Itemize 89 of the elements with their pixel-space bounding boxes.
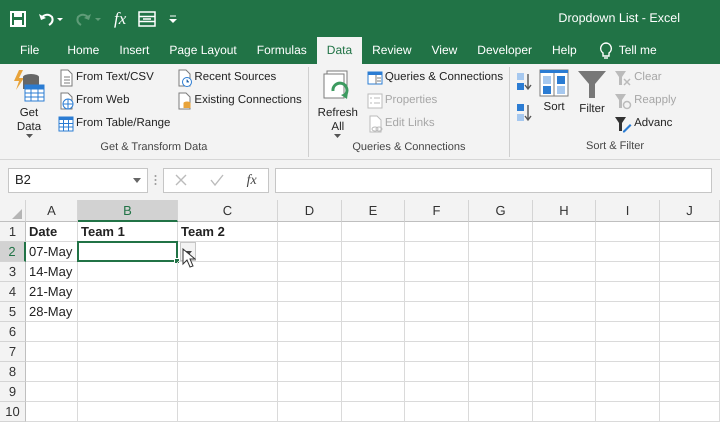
filter-refresh-icon — [614, 92, 632, 110]
row-header[interactable]: 3 — [0, 262, 26, 282]
cell-reference: B2 — [15, 171, 31, 190]
row-header[interactable]: 4 — [0, 282, 26, 302]
cursor-icon — [182, 248, 196, 268]
dropdown-caret-icon[interactable] — [133, 178, 141, 182]
column-header[interactable]: G — [469, 200, 533, 222]
spreadsheet-cell[interactable]: 07-May — [26, 242, 78, 262]
ribbon-button[interactable]: Get Data — [5, 67, 53, 140]
ribbon-tab[interactable]: Home — [57, 37, 110, 64]
clock-document-icon — [176, 69, 192, 87]
row-header[interactable]: 1 — [0, 222, 26, 242]
select-all-button[interactable] — [0, 200, 26, 222]
data-table-icon — [13, 69, 45, 103]
ribbon-button[interactable]: From Text/CSV — [57, 67, 172, 89]
column-header[interactable]: J — [660, 200, 720, 222]
row-header[interactable]: 8 — [0, 362, 26, 382]
save-icon[interactable] — [10, 10, 26, 26]
filter-pencil-icon — [614, 115, 632, 133]
spreadsheet-cell[interactable]: 28-May — [26, 302, 78, 322]
document-icon — [58, 69, 74, 87]
column-header[interactable]: A — [26, 200, 78, 222]
customize-caret-icon[interactable] — [168, 14, 178, 24]
row-header[interactable]: 6 — [0, 322, 26, 342]
ribbon-button[interactable]: Sort — [537, 67, 572, 116]
search-field[interactable]: Tell me — [618, 37, 657, 64]
select-all-icon[interactable] — [12, 209, 22, 219]
sort-grid-icon — [539, 69, 570, 97]
ribbon-button: Properties — [366, 90, 504, 112]
ribbon-tab[interactable]: Formulas — [246, 37, 317, 64]
ribbon-button: Reapply — [613, 90, 678, 112]
column-header[interactable]: C — [178, 200, 278, 222]
list-icon — [366, 93, 383, 109]
window-title: Dropdown List - Excel — [558, 10, 680, 28]
ribbon-button[interactable]: Refresh All — [314, 67, 362, 140]
globe-document-icon — [58, 92, 74, 110]
ribbon-button[interactable]: Queries & Connections — [366, 67, 504, 89]
column-header[interactable]: I — [596, 200, 660, 222]
ribbon-button[interactable]: Recent Sources — [175, 67, 303, 89]
spreadsheet-cell[interactable]: 21-May — [26, 282, 78, 302]
column-header[interactable]: D — [278, 200, 342, 222]
row-header[interactable]: 9 — [0, 382, 26, 402]
ribbon-button[interactable]: Advanc — [613, 113, 678, 135]
row-header[interactable]: 7 — [0, 342, 26, 362]
column-header[interactable]: E — [342, 200, 405, 222]
grip-icon — [154, 174, 157, 186]
clear-filter-icon — [614, 69, 632, 87]
spreadsheet-cell[interactable]: Team 1 — [78, 222, 178, 242]
ribbon-button: Edit Links — [366, 113, 504, 135]
name-box[interactable]: B2 — [8, 168, 148, 192]
column-header[interactable]: F — [405, 200, 469, 222]
table-icon — [58, 116, 74, 132]
panel-icon — [366, 70, 383, 86]
ribbon-button: Clear — [613, 67, 678, 89]
ribbon-tab[interactable]: View — [422, 37, 468, 64]
ribbon-button[interactable]: From Table/Range — [57, 113, 172, 135]
sort-descending-icon[interactable] — [516, 103, 532, 123]
ribbon-button[interactable]: From Web — [57, 90, 172, 112]
database-document-icon — [176, 92, 192, 110]
group-label: Sort & Filter — [585, 138, 646, 154]
ribbon-tab[interactable]: Insert — [109, 37, 160, 64]
cancel-icon[interactable] — [175, 174, 188, 186]
lightbulb-icon — [598, 42, 613, 60]
formula-input[interactable] — [275, 168, 712, 192]
ribbon-tab[interactable]: Data — [316, 37, 362, 64]
ribbon-tab[interactable]: Help — [542, 37, 587, 64]
row-header[interactable]: 10 — [0, 402, 26, 422]
ribbon-tab[interactable]: Page Layout — [159, 37, 247, 64]
spreadsheet-cell[interactable]: 14-May — [26, 262, 78, 282]
ribbon-tab[interactable]: Developer — [467, 37, 542, 64]
function-button[interactable]: fx — [114, 6, 126, 32]
chain-document-icon — [366, 115, 383, 133]
row-header[interactable]: 5 — [0, 302, 26, 322]
column-header[interactable]: H — [533, 200, 596, 222]
ribbon-button[interactable]: Filter — [575, 67, 610, 118]
sort-ascending-icon[interactable] — [516, 72, 532, 92]
insert-function-button[interactable]: fx — [246, 170, 257, 190]
column-header[interactable]: B — [78, 200, 178, 222]
form-icon[interactable] — [138, 10, 156, 26]
funnel-icon — [577, 69, 608, 99]
ribbon-tab[interactable]: Review — [362, 37, 422, 64]
enter-icon[interactable] — [210, 174, 224, 186]
row-header[interactable]: 2 — [0, 242, 26, 262]
ribbon-tab[interactable]: File — [10, 37, 50, 64]
undo-icon[interactable] — [38, 10, 64, 26]
group-label: Queries & Connections — [351, 140, 466, 155]
spreadsheet-cell[interactable]: Date — [26, 222, 78, 242]
ribbon-button[interactable]: Existing Connections — [175, 90, 303, 112]
group-label: Get & Transform Data — [99, 140, 208, 155]
